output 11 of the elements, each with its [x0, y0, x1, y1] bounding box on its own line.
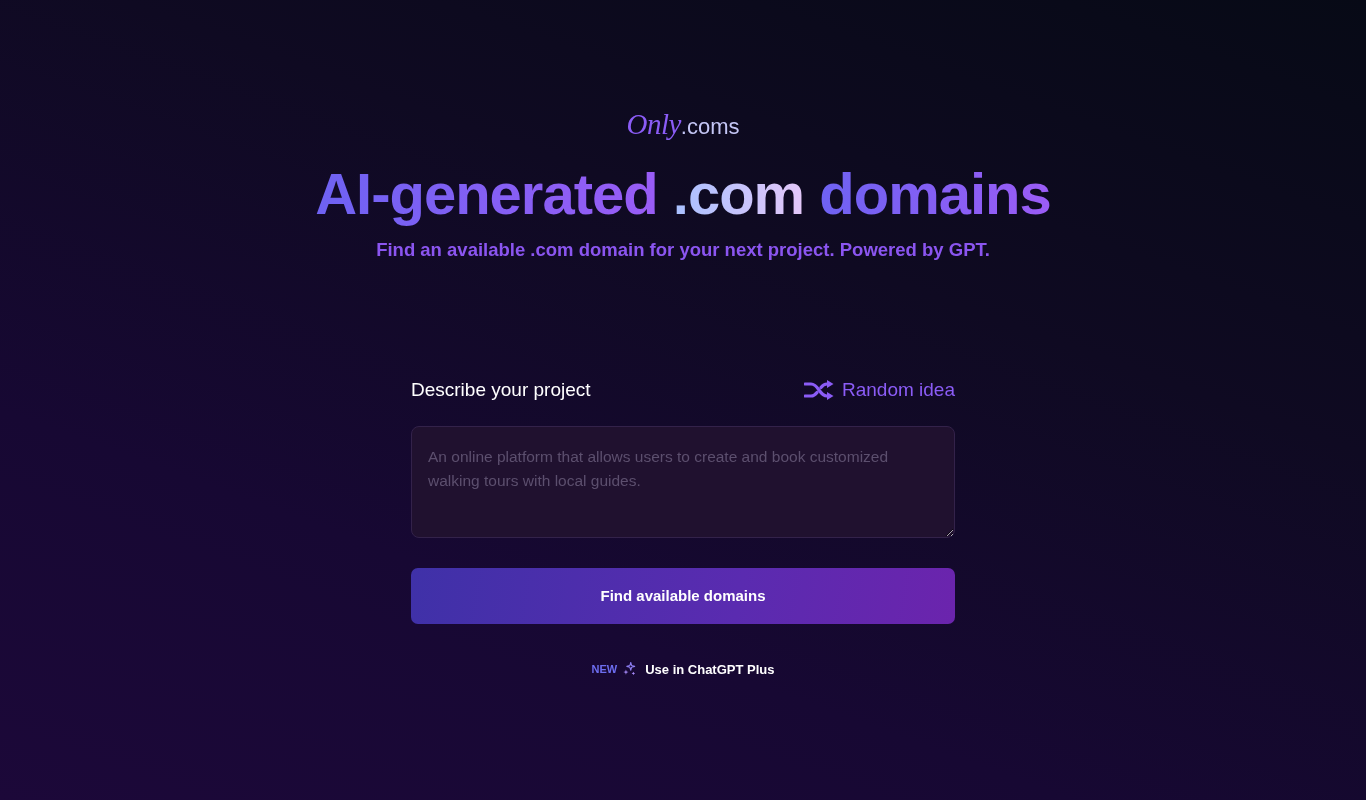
- find-domains-button[interactable]: Find available domains: [411, 567, 955, 624]
- shuffle-icon: [803, 379, 834, 400]
- description-input[interactable]: An online platform that allows users to create and book customized walking tours with local guides.: [411, 425, 955, 538]
- random-idea-button[interactable]: Random idea: [803, 378, 955, 401]
- field-label: Describe your project: [411, 378, 591, 401]
- chatgpt-plus-link[interactable]: Use in ChatGPT Plus: [645, 661, 775, 677]
- headline: AI-generated .com domains: [315, 161, 1051, 226]
- logo: Only.coms: [626, 109, 740, 141]
- new-label: NEW: [591, 663, 618, 676]
- subtitle: Find an available .com domain for your next project. Powered by GPT.: [376, 238, 990, 261]
- sparkle-icon: [622, 662, 637, 677]
